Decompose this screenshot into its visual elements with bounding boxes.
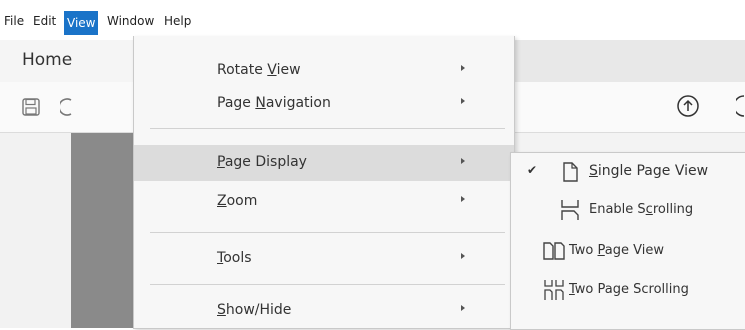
menu-item-page-navigation[interactable]: Page Navigation — [134, 88, 514, 120]
two-page-scrolling-icon — [544, 280, 564, 300]
single-page-icon — [563, 162, 578, 182]
menu-edit[interactable]: Edit — [33, 11, 56, 31]
navigation-pane — [0, 133, 71, 328]
menu-item-label: Rotate View — [217, 62, 301, 78]
menu-window[interactable]: Window — [107, 11, 154, 31]
menu-separator — [150, 284, 505, 285]
menu-item-label: Show/Hide — [217, 302, 292, 318]
submenu-arrow-icon — [461, 196, 465, 202]
scrolling-icon — [561, 200, 579, 220]
submenu-item-label: Two Page Scrolling — [569, 282, 689, 297]
menu-separator — [150, 128, 505, 129]
check-icon: ✔ — [527, 163, 538, 177]
submenu-item-label: Two Page View — [569, 243, 664, 258]
menu-item-label: Page Navigation — [217, 95, 331, 111]
menu-bar: File Edit View Window Help — [0, 0, 745, 36]
document-area — [71, 133, 136, 328]
submenu-arrow-icon — [461, 158, 465, 164]
menu-item-rotate-view[interactable]: Rotate View — [134, 55, 514, 87]
submenu-item-label: Single Page View — [589, 163, 709, 179]
print-icon[interactable] — [60, 97, 72, 117]
submenu-arrow-icon — [461, 305, 465, 311]
menu-item-label: Tools — [217, 250, 252, 266]
menu-file[interactable]: File — [4, 11, 24, 31]
two-page-icon — [543, 242, 565, 260]
menu-item-label: Page Display — [217, 154, 307, 170]
menu-item-show-hide[interactable]: Show/Hide — [134, 295, 514, 327]
submenu-arrow-icon — [461, 65, 465, 71]
menu-item-page-display[interactable]: Page Display — [134, 145, 514, 181]
page-display-submenu: ✔ Single Page View Enable Scrolling Two … — [510, 152, 745, 330]
submenu-arrow-icon — [461, 98, 465, 104]
upload-icon[interactable] — [676, 94, 700, 118]
submenu-item-label: Enable Scrolling — [589, 202, 694, 217]
menu-item-tools[interactable]: Tools — [134, 243, 514, 275]
submenu-arrow-icon — [461, 253, 465, 259]
menu-item-label: Zoom — [217, 193, 258, 209]
view-menu: Rotate View Page Navigation Page Display… — [133, 36, 515, 329]
menu-separator — [150, 232, 505, 233]
menu-item-zoom[interactable]: Zoom — [134, 186, 514, 218]
menu-help[interactable]: Help — [164, 11, 191, 31]
save-icon[interactable] — [22, 98, 40, 116]
tab-home-label: Home — [22, 50, 73, 70]
submenu-item-enable-scrolling[interactable]: Enable Scrolling — [511, 194, 745, 226]
submenu-item-single-page-view[interactable]: ✔ Single Page View — [511, 156, 745, 188]
tab-home[interactable]: Home — [0, 40, 134, 82]
submenu-item-two-page-view[interactable]: Two Page View — [511, 235, 745, 267]
more-icon[interactable] — [736, 94, 745, 118]
menu-view[interactable]: View — [64, 11, 99, 35]
submenu-item-two-page-scrolling[interactable]: Two Page Scrolling — [511, 274, 745, 306]
